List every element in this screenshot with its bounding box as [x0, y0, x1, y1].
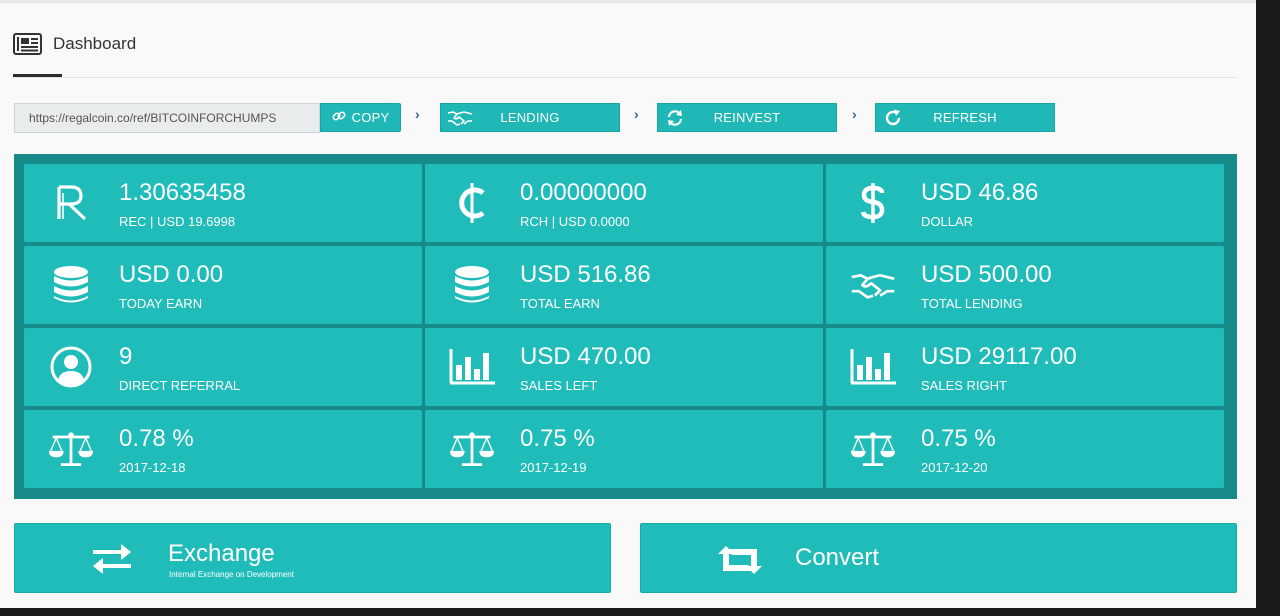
stat-card-today-earn: USD 0.00 TODAY EARN	[24, 246, 422, 324]
cedi-icon	[449, 180, 495, 226]
stat-label: RCH | USD 0.0000	[520, 214, 630, 229]
page: Dashboard https://regalcoin.co/ref/BITCO…	[0, 0, 1256, 611]
stat-label: 2017-12-18	[119, 460, 186, 475]
stat-card-rate-2: 0.75 % 2017-12-19	[425, 410, 823, 488]
balance-scale-icon	[449, 426, 495, 472]
stat-card-dollar: USD 46.86 DOLLAR	[826, 164, 1224, 242]
stat-card-total-earn: USD 516.86 TOTAL EARN	[425, 246, 823, 324]
stat-card-direct-referral: 9 DIRECT REFERRAL	[24, 328, 422, 406]
stat-value: 0.78 %	[119, 425, 194, 452]
database-icon	[48, 262, 94, 308]
window-edge	[1256, 0, 1280, 616]
stat-value: 0.00000000	[520, 179, 647, 206]
stat-value: USD 0.00	[119, 261, 224, 288]
page-header: Dashboard	[13, 31, 136, 57]
convert-button[interactable]: Convert	[640, 523, 1237, 593]
stat-label: TOTAL EARN	[520, 296, 600, 311]
retweet-icon	[718, 545, 762, 580]
stat-value: USD 470.00	[520, 343, 651, 370]
stat-label: 2017-12-20	[921, 460, 988, 475]
stat-label: 2017-12-19	[520, 460, 587, 475]
stat-card-rch: 0.00000000 RCH | USD 0.0000	[425, 164, 823, 242]
stat-value: USD 516.86	[520, 261, 651, 288]
exchange-subtitle: Internal Exchange on Development	[169, 570, 294, 579]
stat-card-rate-3: 0.75 % 2017-12-20	[826, 410, 1224, 488]
chevron-right-icon: ›	[634, 106, 639, 122]
stat-value: 0.75 %	[921, 425, 996, 452]
stat-card-sales-left: USD 470.00 SALES LEFT	[425, 328, 823, 406]
bar-chart-icon	[449, 344, 495, 390]
convert-title: Convert	[795, 544, 880, 571]
chevron-right-icon: ›	[852, 106, 857, 122]
newspaper-icon	[13, 33, 42, 55]
stat-value: USD 46.86	[921, 179, 1039, 206]
balance-scale-icon	[48, 426, 94, 472]
reinvest-button-label: REINVEST	[713, 110, 781, 125]
refresh-arrows-icon	[666, 109, 684, 130]
refresh-button[interactable]: REFRESH	[875, 103, 1055, 132]
redo-icon	[884, 109, 902, 130]
copy-button-label: COPY	[351, 110, 390, 125]
bar-chart-icon	[850, 344, 896, 390]
stat-label: DOLLAR	[921, 214, 974, 229]
referral-link-field[interactable]: https://regalcoin.co/ref/BITCOINFORCHUMP…	[14, 103, 320, 133]
stat-label: SALES LEFT	[520, 378, 598, 393]
stat-label: SALES RIGHT	[921, 378, 1007, 393]
stat-value: 1.30635458	[119, 179, 246, 206]
window-edge-bottom	[0, 608, 1256, 616]
stat-label: DIRECT REFERRAL	[119, 378, 241, 393]
reinvest-button[interactable]: REINVEST	[657, 103, 837, 132]
exchange-arrows-icon	[91, 544, 133, 579]
stats-panel: 1.30635458 REC | USD 19.6998 0.00000000 …	[14, 154, 1237, 499]
link-icon	[332, 109, 346, 126]
regalcoin-icon	[48, 180, 94, 226]
page-title: Dashboard	[53, 34, 137, 53]
stat-value: USD 500.00	[921, 261, 1052, 288]
lending-button[interactable]: LENDING	[440, 103, 620, 132]
exchange-title: Exchange	[168, 540, 275, 567]
balance-scale-icon	[850, 426, 896, 472]
copy-button[interactable]: COPY	[320, 103, 401, 132]
stat-card-total-lending: USD 500.00 TOTAL LENDING	[826, 246, 1224, 324]
chevron-right-icon: ›	[415, 106, 420, 122]
handshake-icon	[447, 109, 473, 130]
stat-label: REC | USD 19.6998	[119, 214, 236, 229]
header-divider	[13, 77, 1237, 78]
stat-value: USD 29117.00	[921, 343, 1077, 370]
stat-label: TODAY EARN	[119, 296, 203, 311]
stat-value: 9	[119, 343, 133, 370]
dollar-icon	[850, 180, 896, 226]
database-icon	[449, 262, 495, 308]
stat-card-rec: 1.30635458 REC | USD 19.6998	[24, 164, 422, 242]
stat-label: TOTAL LENDING	[921, 296, 1023, 311]
stat-value: 0.75 %	[520, 425, 595, 452]
stat-card-sales-right: USD 29117.00 SALES RIGHT	[826, 328, 1224, 406]
user-circle-icon	[48, 344, 94, 390]
refresh-button-label: REFRESH	[933, 110, 997, 125]
handshake-icon	[850, 262, 896, 308]
stat-card-rate-1: 0.78 % 2017-12-18	[24, 410, 422, 488]
exchange-button[interactable]: Exchange Internal Exchange on Developmen…	[14, 523, 611, 593]
